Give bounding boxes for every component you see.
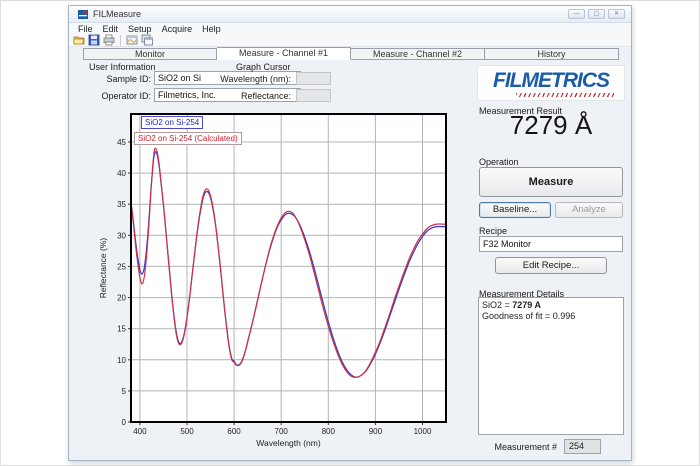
svg-text:10: 10 — [117, 356, 126, 365]
menu-setup[interactable]: Setup — [123, 24, 157, 34]
legend-calculated: SiO2 on Si-254 (Calculated) — [134, 132, 242, 145]
print-icon[interactable] — [103, 34, 115, 46]
user-information-label: User Information — [89, 62, 156, 72]
title-bar: FILMeasure — ▢ ✕ — [69, 6, 631, 23]
measure-button[interactable]: Measure — [479, 167, 623, 197]
tab-strip: Monitor Measure - Channel #1 Measure - C… — [69, 47, 631, 60]
recipe-label: Recipe — [479, 226, 507, 236]
tab-history[interactable]: History — [485, 48, 619, 60]
menu-acquire[interactable]: Acquire — [157, 24, 198, 34]
measurement-number-value: 254 — [564, 439, 601, 454]
svg-text:500: 500 — [180, 427, 194, 436]
screenshot-page: FILMeasure — ▢ ✕ File Edit Setup Acquire… — [0, 0, 700, 466]
svg-text:35: 35 — [117, 200, 126, 209]
window-title: FILMeasure — [93, 9, 141, 19]
tab-monitor[interactable]: Monitor — [83, 48, 217, 60]
svg-text:30: 30 — [117, 231, 126, 240]
baseline-button[interactable]: Baseline... — [479, 202, 551, 218]
edit-recipe-button[interactable]: Edit Recipe... — [495, 257, 607, 274]
open-folder-icon[interactable] — [73, 34, 85, 46]
menu-help[interactable]: Help — [197, 24, 226, 34]
filmetrics-logo-text: FILMETRICS — [478, 70, 624, 92]
svg-text:800: 800 — [322, 427, 336, 436]
y-axis-title: Reflectance (%) — [98, 238, 108, 299]
operation-label: Operation — [479, 157, 519, 167]
recipe-field[interactable]: F32 Monitor — [479, 236, 623, 252]
toolbar-separator — [120, 35, 121, 46]
cursor-reflectance-label: Reflectance: — [209, 91, 291, 101]
chart-area: 400 500 600 700 800 900 1000 0 5 10 15 20 25 30 35 40 45… — [96, 111, 463, 448]
filmetrics-logo: FILMETRICS — [477, 65, 625, 101]
sample-id-label: Sample ID: — [89, 74, 151, 84]
maximize-button[interactable]: ▢ — [588, 9, 605, 19]
tab-measure-channel-1[interactable]: Measure - Channel #1 — [217, 47, 351, 60]
legend-measured: SiO2 on Si-254 — [141, 116, 203, 129]
cursor-wavelength-value — [296, 72, 331, 85]
svg-text:900: 900 — [369, 427, 383, 436]
details-line-2: Goodness of fit = 0.996 — [482, 311, 620, 322]
details-line-1: SiO2 = 7279 A — [482, 300, 620, 311]
svg-text:25: 25 — [117, 262, 126, 271]
menu-edit[interactable]: Edit — [98, 24, 124, 34]
svg-text:0: 0 — [122, 418, 127, 427]
toolbar — [69, 34, 631, 47]
details-thickness-value: 7279 A — [512, 300, 541, 310]
svg-text:1000: 1000 — [414, 427, 432, 436]
svg-text:600: 600 — [227, 427, 241, 436]
filmeasure-window: FILMeasure — ▢ ✕ File Edit Setup Acquire… — [68, 5, 632, 461]
svg-text:700: 700 — [275, 427, 289, 436]
svg-text:45: 45 — [117, 138, 126, 147]
spectrum-chart[interactable]: 400 500 600 700 800 900 1000 0 5 10 15 20 25 30 35 40 45… — [96, 111, 463, 448]
measurement-result-value: 7279 Å — [477, 110, 625, 141]
save-icon[interactable] — [88, 34, 100, 46]
logo-hatch-marks — [516, 93, 614, 97]
measurement-number-label: Measurement # — [489, 442, 557, 452]
minimize-button[interactable]: — — [568, 9, 585, 19]
cursor-reflectance-value — [296, 89, 331, 102]
x-axis-title: Wavelength (nm) — [256, 438, 321, 448]
graph-cursor-label: Graph Cursor — [236, 62, 291, 72]
svg-text:400: 400 — [133, 427, 147, 436]
menu-file[interactable]: File — [73, 24, 98, 34]
svg-text:40: 40 — [117, 169, 126, 178]
operator-id-label: Operator ID: — [83, 91, 151, 101]
acquire-spectrum-icon[interactable] — [126, 34, 138, 46]
tab-measure-channel-2[interactable]: Measure - Channel #2 — [351, 48, 485, 60]
menu-bar: File Edit Setup Acquire Help — [69, 23, 631, 34]
capture-window-icon[interactable] — [141, 34, 153, 46]
measurement-details-box[interactable]: SiO2 = 7279 A Goodness of fit = 0.996 — [478, 297, 624, 435]
svg-text:15: 15 — [117, 325, 126, 334]
analyze-button[interactable]: Analyze — [555, 202, 623, 218]
app-icon — [78, 10, 88, 19]
cursor-wavelength-label: Wavelength (nm): — [209, 74, 291, 84]
close-button[interactable]: ✕ — [608, 9, 625, 19]
svg-text:5: 5 — [122, 387, 127, 396]
svg-text:20: 20 — [117, 294, 126, 303]
